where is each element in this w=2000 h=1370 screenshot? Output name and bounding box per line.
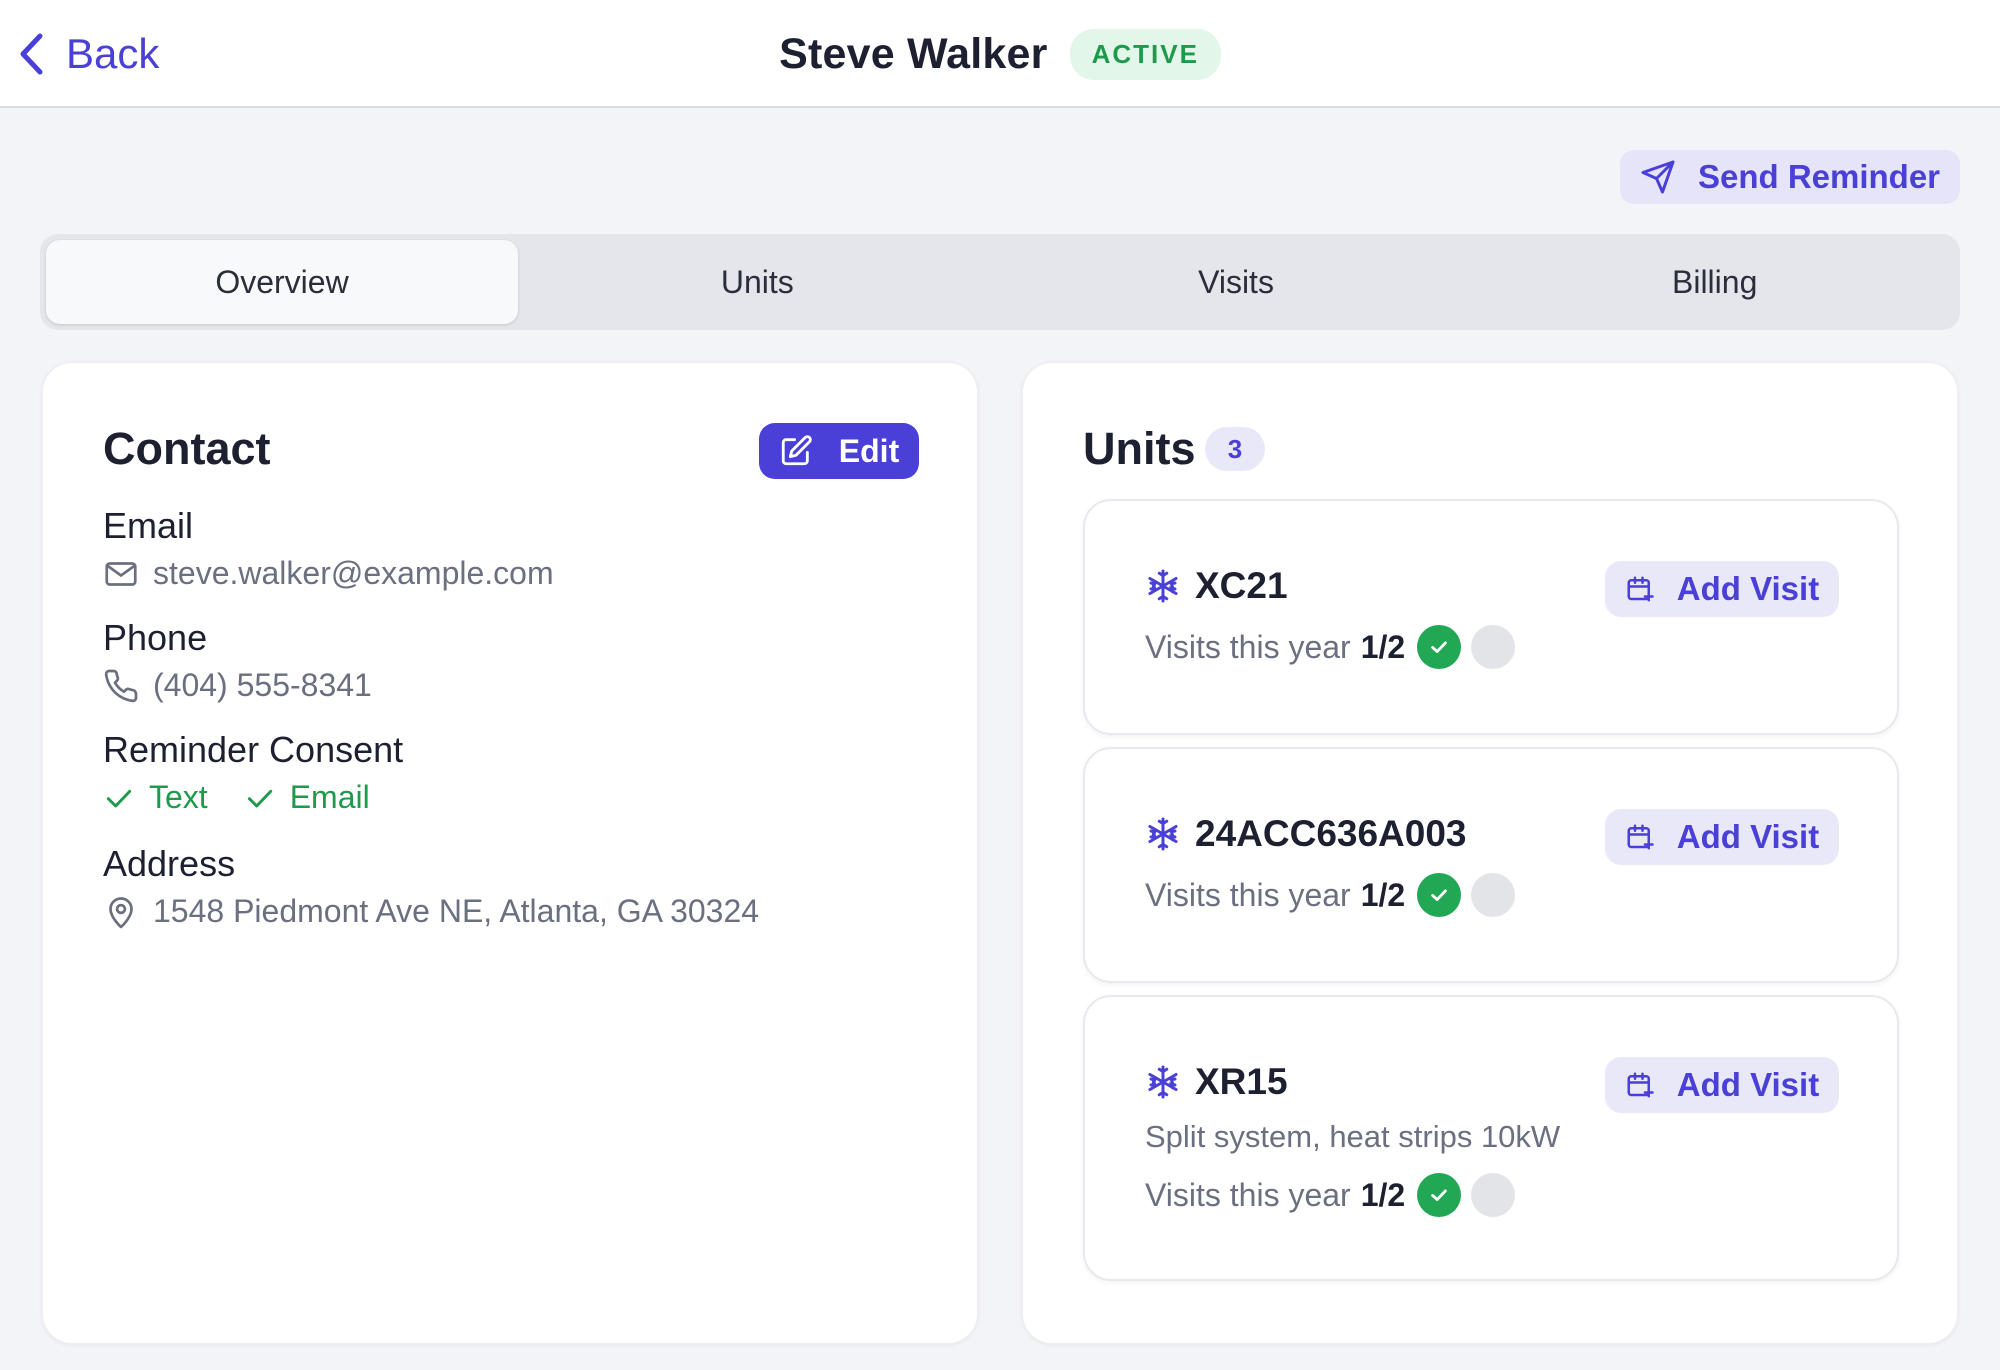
tab-units[interactable]: Units bbox=[518, 240, 997, 324]
edit-contact-button[interactable]: Edit bbox=[759, 423, 919, 479]
unit-name: XC21 bbox=[1195, 565, 1288, 606]
snowflake-icon bbox=[1145, 1064, 1181, 1100]
address-value-row: 1548 Piedmont Ave NE, Atlanta, GA 30324 bbox=[103, 893, 759, 930]
add-visit-label: Add Visit bbox=[1676, 818, 1820, 855]
add-visit-label: Add Visit bbox=[1676, 1066, 1820, 1103]
consent-email: Email bbox=[244, 779, 370, 816]
visit-completed-indicator bbox=[1417, 873, 1462, 917]
send-reminder-button[interactable]: Send Reminder bbox=[1620, 150, 1960, 204]
snowflake-icon bbox=[1145, 816, 1181, 852]
calendar-plus-icon bbox=[1625, 822, 1655, 852]
phone-value-row: (404) 555-8341 bbox=[103, 667, 372, 704]
unit-name-row: 24ACC636A003 bbox=[1145, 813, 1467, 855]
phone-value[interactable]: (404) 555-8341 bbox=[153, 667, 372, 704]
paper-plane-icon bbox=[1640, 159, 1676, 195]
pencil-icon bbox=[779, 434, 813, 468]
consent-email-label: Email bbox=[289, 779, 370, 815]
calendar-plus-icon bbox=[1625, 574, 1655, 604]
snowflake-icon bbox=[1145, 568, 1181, 604]
tab-overview[interactable]: Overview bbox=[46, 240, 518, 324]
tab-visits[interactable]: Visits bbox=[997, 240, 1476, 324]
visit-pending-indicator bbox=[1471, 873, 1516, 917]
phone-icon bbox=[103, 668, 139, 704]
check-icon bbox=[244, 782, 276, 814]
visits-row: Visits this year 1/2 bbox=[1145, 625, 1516, 669]
add-visit-button[interactable]: Add Visit bbox=[1605, 1057, 1839, 1113]
contact-card: Contact Edit Email steve.walker@example.… bbox=[42, 362, 978, 1344]
email-value[interactable]: steve.walker@example.com bbox=[153, 555, 554, 592]
visit-pending-indicator bbox=[1471, 1173, 1516, 1217]
unit-name: 24ACC636A003 bbox=[1195, 813, 1467, 854]
status-badge: ACTIVE bbox=[1069, 28, 1221, 80]
consent-label: Reminder Consent bbox=[103, 729, 404, 770]
visits-count: 1/2 bbox=[1360, 876, 1406, 913]
email-label: Email bbox=[103, 505, 194, 546]
visits-label: Visits this year bbox=[1145, 628, 1351, 665]
add-visit-label: Add Visit bbox=[1676, 570, 1820, 607]
unit-card-xc21[interactable]: XC21 Add Visit Visits this year 1/2 bbox=[1083, 499, 1899, 735]
edit-label: Edit bbox=[838, 432, 900, 469]
unit-count-badge: 3 bbox=[1205, 427, 1265, 471]
send-reminder-label: Send Reminder bbox=[1697, 158, 1941, 195]
visits-label: Visits this year bbox=[1145, 1176, 1351, 1213]
calendar-plus-icon bbox=[1625, 1070, 1655, 1100]
add-visit-button[interactable]: Add Visit bbox=[1605, 809, 1839, 865]
add-visit-button[interactable]: Add Visit bbox=[1605, 561, 1839, 617]
contact-title: Contact bbox=[103, 423, 271, 474]
unit-card-xr15[interactable]: XR15 Add Visit Split system, heat strips… bbox=[1083, 995, 1899, 1281]
address-label: Address bbox=[103, 843, 236, 884]
units-title: Units bbox=[1083, 423, 1196, 474]
unit-name-row: XC21 bbox=[1145, 565, 1288, 607]
visit-completed-indicator bbox=[1417, 1173, 1462, 1217]
map-pin-icon bbox=[103, 894, 139, 930]
address-value[interactable]: 1548 Piedmont Ave NE, Atlanta, GA 30324 bbox=[153, 893, 759, 930]
header-title-group: Steve Walker ACTIVE bbox=[0, 28, 2000, 80]
email-value-row: steve.walker@example.com bbox=[103, 555, 554, 592]
check-icon bbox=[103, 782, 135, 814]
consent-list: Text Email bbox=[103, 779, 392, 816]
consent-text-label: Text bbox=[149, 779, 208, 815]
unit-description: Split system, heat strips 10kW bbox=[1145, 1119, 1561, 1154]
visits-count: 1/2 bbox=[1360, 1176, 1406, 1213]
visit-pending-indicator bbox=[1471, 625, 1516, 669]
visits-row: Visits this year 1/2 bbox=[1145, 1173, 1516, 1217]
phone-label: Phone bbox=[103, 617, 208, 658]
units-card: Units 3 XC21 Add Visit Visits this year … bbox=[1022, 362, 1958, 1344]
visits-label: Visits this year bbox=[1145, 876, 1351, 913]
visits-count: 1/2 bbox=[1360, 628, 1406, 665]
tab-billing[interactable]: Billing bbox=[1475, 240, 1954, 324]
unit-name-row: XR15 bbox=[1145, 1061, 1288, 1103]
consent-text: Text bbox=[103, 779, 208, 816]
visits-row: Visits this year 1/2 bbox=[1145, 873, 1516, 917]
envelope-icon bbox=[103, 556, 139, 592]
page-title: Steve Walker bbox=[779, 29, 1048, 78]
unit-name: XR15 bbox=[1195, 1061, 1288, 1102]
top-bar: Back Steve Walker ACTIVE bbox=[0, 0, 2000, 108]
visit-completed-indicator bbox=[1417, 625, 1462, 669]
tab-bar: Overview Units Visits Billing bbox=[40, 234, 1960, 330]
unit-card-24acc636a003[interactable]: 24ACC636A003 Add Visit Visits this year … bbox=[1083, 747, 1899, 983]
